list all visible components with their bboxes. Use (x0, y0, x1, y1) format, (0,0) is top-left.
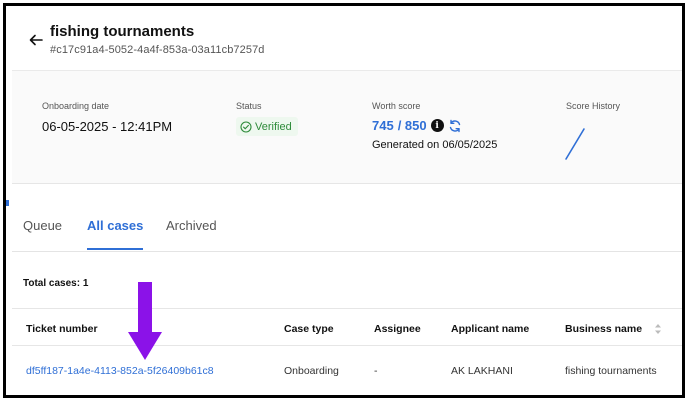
check-circle-icon (240, 120, 252, 133)
total-cases: Total cases: 1 (23, 278, 89, 289)
app-frame: fishing tournaments #c17c91a4-5052-4a4f-… (3, 3, 685, 398)
worth-score-value: 745 (372, 118, 394, 133)
status-badge: Verified (236, 117, 298, 136)
assignee-cell: - (374, 365, 378, 377)
table-header: Ticket number Case type Assignee Applica… (12, 308, 682, 346)
column-applicant-name: Applicant name (451, 323, 530, 335)
refresh-icon[interactable] (448, 119, 462, 133)
worth-score-max: / 850 (397, 118, 427, 133)
score-history-label: Score History (566, 101, 621, 111)
column-business-name[interactable]: Business name (565, 323, 642, 335)
tab-queue[interactable]: Queue (23, 218, 62, 250)
record-id: #c17c91a4-5052-4a4f-853a-03a11cb7257d (50, 44, 265, 56)
tab-bar: Queue All cases Archived (12, 196, 682, 252)
case-type-cell: Onboarding (284, 365, 339, 377)
info-card: Onboarding date 06-05-2025 - 12:41PM Sta… (12, 70, 682, 184)
generated-date: Generated on 06/05/2025 (372, 139, 498, 151)
applicant-name-cell: AK LAKHANI (451, 365, 513, 377)
onboarding-date-label: Onboarding date (42, 101, 110, 111)
annotation-arrow-icon (128, 282, 162, 360)
status-value: Verified (255, 120, 292, 133)
back-arrow-icon[interactable] (28, 32, 44, 48)
left-accent-marker (6, 200, 9, 206)
tab-archived[interactable]: Archived (166, 218, 217, 250)
page-header: fishing tournaments #c17c91a4-5052-4a4f-… (6, 6, 682, 70)
status-label: Status (236, 101, 262, 111)
sort-icon[interactable] (654, 323, 662, 335)
column-assignee: Assignee (374, 323, 421, 335)
score-history-sparkline (565, 128, 585, 160)
business-name-cell: fishing tournaments (565, 365, 657, 377)
worth-score: 745 / 850 i (372, 118, 462, 133)
page-title: fishing tournaments (50, 23, 195, 40)
ticket-number-link[interactable]: df5ff187-1a4e-4113-852a-5f26409b61c8 (26, 365, 214, 377)
worth-score-label: Worth score (372, 101, 421, 111)
column-case-type: Case type (284, 323, 334, 335)
onboarding-date-value: 06-05-2025 - 12:41PM (42, 119, 173, 134)
column-ticket-number: Ticket number (26, 323, 98, 335)
info-icon[interactable]: i (430, 119, 444, 132)
table-row: df5ff187-1a4e-4113-852a-5f26409b61c8 Onb… (12, 346, 682, 395)
tab-all-cases[interactable]: All cases (87, 218, 144, 250)
